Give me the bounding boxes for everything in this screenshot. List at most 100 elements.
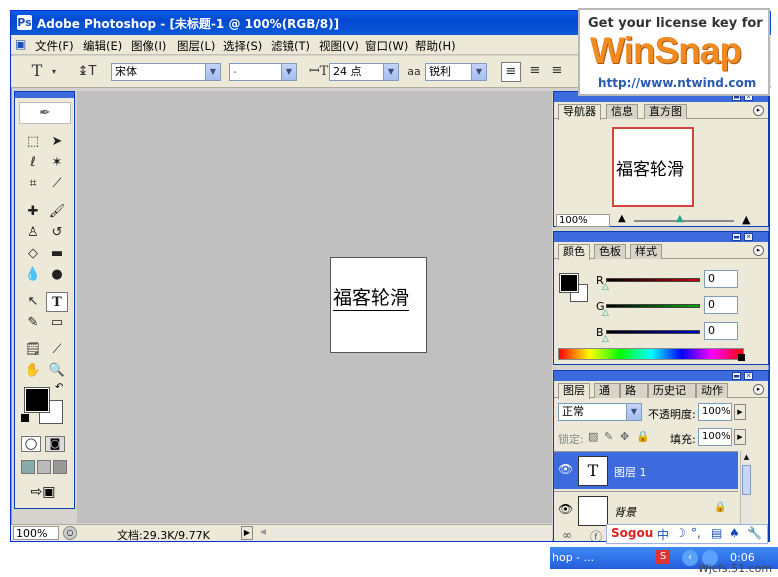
channel-g-input[interactable]: 0 (704, 296, 738, 314)
eyedropper-icon[interactable]: ⟋ (46, 340, 68, 360)
panel-menu-icon[interactable]: ▸ (753, 245, 764, 256)
tab-history[interactable]: 历史记录 (648, 383, 696, 398)
lock-transparency-icon[interactable]: ▨ (588, 430, 598, 443)
font-size-select[interactable]: 24 点 ▼ (329, 63, 399, 81)
channel-g-slider[interactable] (606, 304, 700, 308)
channel-r-slider[interactable] (606, 278, 700, 282)
panel-header[interactable]: ▬ ✕ (554, 232, 768, 242)
punctuation-icon[interactable]: °, (691, 526, 701, 540)
path-select-icon[interactable]: ↖ (22, 292, 44, 312)
imageready-jump-icon[interactable]: ⇨▣ (23, 484, 63, 502)
screen-mode-standard-icon[interactable] (21, 460, 35, 474)
blend-mode-select[interactable]: 正常 ▼ (558, 403, 642, 421)
link-icon[interactable]: ∞ (562, 528, 572, 541)
ime-mode[interactable]: 中 (657, 526, 669, 543)
tab-info[interactable]: 信息 (606, 104, 638, 119)
zoom-slider-thumb-icon[interactable]: ▲ (676, 213, 684, 224)
zoom-in-icon[interactable]: ▲ (742, 213, 750, 226)
horizontal-scrollbar[interactable] (271, 529, 551, 537)
panel-menu-icon[interactable]: ▸ (753, 384, 764, 395)
type-tool-icon[interactable]: T (27, 62, 47, 80)
pen-tool-icon[interactable]: ✎ (22, 313, 44, 333)
gradient-tool-icon[interactable]: ▬ (46, 244, 68, 264)
dodge-tool-icon[interactable]: ● (46, 265, 68, 285)
taskbar-item[interactable]: hop - ... (552, 551, 594, 564)
tray-sogou-icon[interactable]: S (656, 550, 670, 564)
brush-tool-icon[interactable]: 🖌 (46, 202, 68, 222)
keyboard-icon[interactable]: ▤ (711, 526, 722, 540)
panel-header[interactable]: ▬ ✕ (554, 371, 768, 381)
healing-brush-icon[interactable]: ✚ (22, 202, 44, 222)
panel-menu-icon[interactable]: ▸ (753, 105, 764, 116)
sogou-brand[interactable]: Sogou (611, 526, 653, 540)
screen-mode-menu-icon[interactable] (37, 460, 51, 474)
menu-layer[interactable]: 图层(L) (177, 38, 215, 54)
opacity-input[interactable]: 100% (698, 403, 732, 421)
menu-view[interactable]: 视图(V) (319, 38, 359, 54)
blur-tool-icon[interactable]: 💧 (22, 265, 44, 285)
notes-tool-icon[interactable]: 🗒 (22, 340, 44, 360)
black-swatch[interactable] (738, 354, 745, 361)
color-spectrum-bar[interactable] (558, 348, 744, 360)
toolbox-header[interactable] (15, 92, 74, 98)
stamp-tool-icon[interactable]: ♙ (22, 223, 44, 243)
moon-icon[interactable]: ☽ (675, 526, 686, 540)
menu-image[interactable]: 图像(I) (131, 38, 166, 54)
slider-thumb-icon[interactable]: △ (602, 334, 609, 344)
tab-actions[interactable]: 动作 (696, 383, 728, 398)
layer-name[interactable]: 背景 (614, 504, 636, 520)
marquee-tool-icon[interactable]: ⬚ (22, 132, 44, 152)
eye-icon[interactable]: 👁 (558, 502, 573, 516)
menu-help[interactable]: 帮助(H) (415, 38, 456, 54)
align-left-icon[interactable]: ≡ (501, 62, 521, 82)
wrench-icon[interactable]: 🔧 (747, 526, 762, 540)
layer-row[interactable]: 👁 T 图层 1 (554, 451, 738, 489)
menu-filter[interactable]: 滤镜(T) (271, 38, 310, 54)
lock-position-icon[interactable]: ✥ (620, 430, 629, 443)
scroll-left-icon[interactable]: ◀ (257, 526, 269, 540)
tab-layers[interactable]: 图层 (558, 383, 590, 399)
lock-all-icon[interactable]: 🔒 (636, 430, 650, 443)
zoom-field[interactable]: 100% (13, 526, 59, 540)
menu-edit[interactable]: 编辑(E) (83, 38, 122, 54)
close-icon[interactable]: ✕ (744, 233, 753, 241)
scroll-thumb[interactable] (742, 465, 751, 495)
tab-histogram[interactable]: 直方图 (644, 104, 687, 119)
quick-mask-icon[interactable]: ◙ (45, 436, 65, 452)
history-brush-icon[interactable]: ↺ (46, 223, 68, 243)
layer-style-icon[interactable]: ⓕ (590, 528, 602, 541)
shirt-icon[interactable]: ♠ (729, 526, 740, 540)
text-layer-content[interactable]: 福客轮滑 (333, 286, 410, 311)
foreground-color-swatch[interactable] (560, 274, 578, 292)
screen-mode-full-icon[interactable] (53, 460, 67, 474)
channel-r-input[interactable]: 0 (704, 270, 738, 288)
foreground-color-swatch[interactable] (25, 388, 49, 412)
menu-window[interactable]: 窗口(W) (365, 38, 408, 54)
status-menu-arrow-icon[interactable]: ▶ (241, 526, 253, 540)
lasso-tool-icon[interactable]: ℓ (22, 153, 44, 173)
swap-colors-icon[interactable]: ↶ (55, 382, 63, 393)
hand-tool-icon[interactable]: ✋ (22, 361, 44, 381)
close-icon[interactable]: ✕ (744, 372, 753, 380)
tab-swatches[interactable]: 色板 (594, 244, 626, 259)
slider-thumb-icon[interactable]: △ (602, 282, 609, 292)
tab-paths[interactable]: 路径 (620, 383, 648, 398)
font-style-select[interactable]: - ▼ (229, 63, 297, 81)
shape-tool-icon[interactable]: ▭ (46, 313, 68, 333)
minimize-icon[interactable]: ▬ (732, 372, 741, 380)
app-menu-icon[interactable]: ▣ (15, 37, 26, 51)
slice-tool-icon[interactable]: ⟋ (46, 174, 68, 194)
tab-navigator[interactable]: 导航器 (558, 104, 601, 120)
align-right-icon[interactable]: ≡ (547, 62, 567, 80)
eye-icon[interactable]: 👁 (558, 462, 573, 476)
scroll-up-icon[interactable]: ▲ (742, 453, 751, 461)
channel-b-input[interactable]: 0 (704, 322, 738, 340)
menu-select[interactable]: 选择(S) (223, 38, 262, 54)
default-colors-icon[interactable] (21, 414, 29, 422)
standard-mode-icon[interactable]: ◯ (21, 436, 41, 452)
tray-expand-icon[interactable]: ‹ (682, 550, 698, 566)
feather-logo-icon[interactable]: ✒ (19, 102, 71, 124)
zoom-tool-icon[interactable]: 🔍 (46, 361, 68, 381)
chevron-down-icon[interactable]: ▾ (49, 63, 59, 81)
font-family-select[interactable]: 宋体 ▼ (111, 63, 221, 81)
